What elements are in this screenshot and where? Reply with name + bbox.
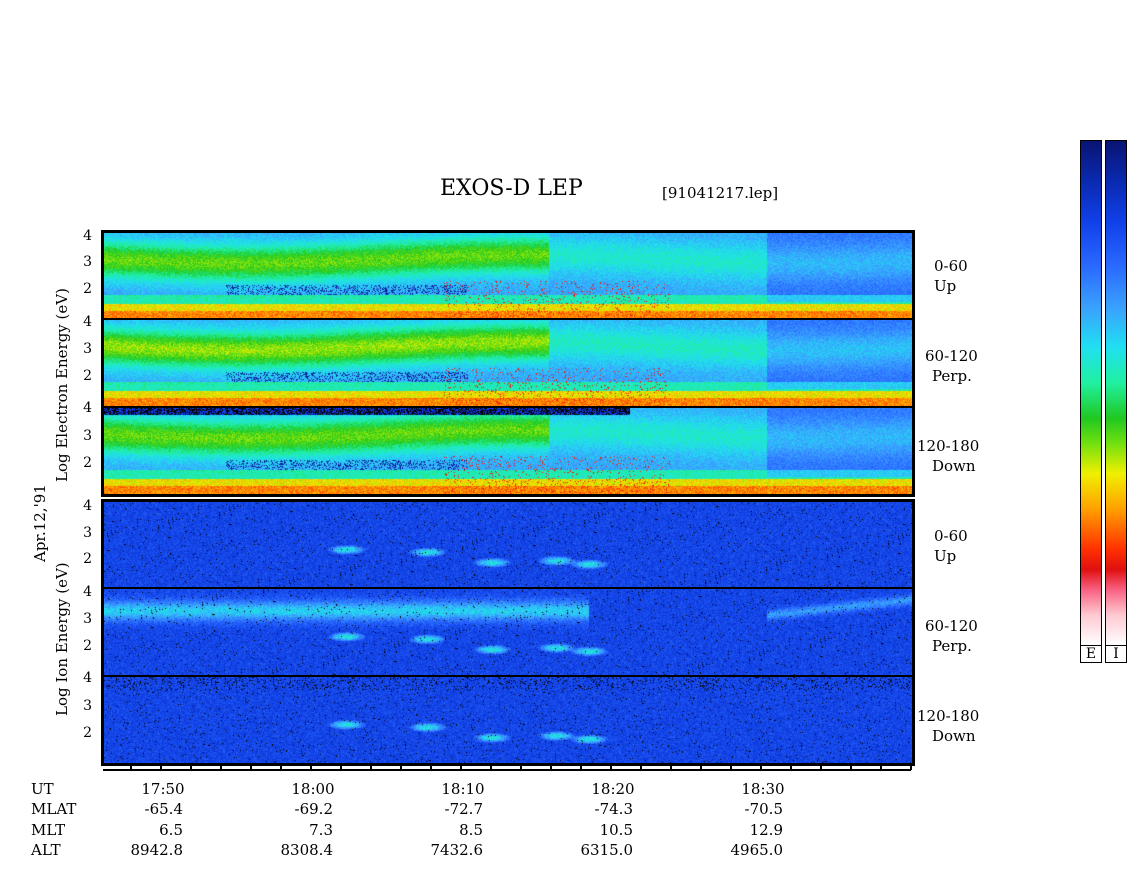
- row-label-alt: ALT: [31, 841, 61, 859]
- colorbar-label-e: E: [1080, 645, 1102, 663]
- mlat-value: -72.7: [444, 800, 483, 818]
- mlat-value: -65.4: [144, 800, 183, 818]
- date-label: Apr.12,'91: [31, 484, 49, 562]
- pitch-label: 60-120: [925, 617, 978, 635]
- ytick: 4: [83, 498, 92, 514]
- electron-ylabel: Log Electron Energy (eV): [53, 288, 71, 482]
- ytick: 4: [83, 670, 92, 686]
- ytick: 2: [83, 638, 92, 654]
- direction-label: Up: [934, 277, 957, 295]
- ut-tick-label: 18:30: [741, 780, 785, 798]
- electron-down-panel: [101, 406, 915, 497]
- ytick: 3: [83, 525, 92, 541]
- ytick: 2: [83, 281, 92, 297]
- ytick: 2: [83, 725, 92, 741]
- ut-tick-label: 17:50: [141, 780, 185, 798]
- mlat-value: -69.2: [294, 800, 333, 818]
- ytick: 3: [83, 341, 92, 357]
- ytick: 3: [83, 611, 92, 627]
- direction-label: Up: [934, 547, 957, 565]
- ion-down-panel: [101, 675, 915, 766]
- electron-colorbar: [1080, 140, 1102, 646]
- mlt-value: 8.5: [459, 821, 483, 839]
- row-label-mlat: MLAT: [31, 800, 77, 818]
- ytick: 3: [83, 698, 92, 714]
- alt-value: 6315.0: [580, 841, 634, 859]
- electron-up-panel: [101, 230, 915, 319]
- mlt-value: 12.9: [749, 821, 783, 839]
- row-label-ut: UT: [31, 780, 54, 798]
- alt-value: 4965.0: [730, 841, 784, 859]
- ytick: 4: [83, 400, 92, 416]
- pitch-label: 120-180: [917, 707, 980, 725]
- mlt-value: 10.5: [599, 821, 633, 839]
- ytick: 2: [83, 551, 92, 567]
- direction-label: Down: [932, 457, 976, 475]
- ytick: 4: [83, 228, 92, 244]
- file-label: [91041217.lep]: [662, 184, 779, 202]
- mlt-value: 7.3: [309, 821, 333, 839]
- pitch-label: 60-120: [925, 347, 978, 365]
- alt-value: 8942.8: [130, 841, 184, 859]
- direction-label: Perp.: [932, 367, 972, 385]
- mlat-value: -74.3: [594, 800, 633, 818]
- x-axis-ticks: [103, 763, 912, 771]
- ytick: 2: [83, 455, 92, 471]
- alt-value: 7432.6: [430, 841, 484, 859]
- ion-perp-panel: [101, 587, 915, 675]
- mlt-value: 6.5: [159, 821, 183, 839]
- pitch-label: 0-60: [934, 527, 968, 545]
- ytick: 4: [83, 314, 92, 330]
- ion-ylabel: Log Ion Energy (eV): [53, 562, 71, 716]
- pitch-label: 0-60: [934, 257, 968, 275]
- ytick: 4: [83, 584, 92, 600]
- ytick: 3: [83, 254, 92, 270]
- colorbar-label-i: I: [1105, 645, 1127, 663]
- ion-colorbar: [1105, 140, 1127, 646]
- ut-tick-label: 18:00: [291, 780, 335, 798]
- ion-up-panel: [101, 499, 915, 588]
- electron-perp-panel: [101, 318, 915, 406]
- row-label-mlt: MLT: [31, 821, 66, 839]
- ut-tick-label: 18:20: [591, 780, 635, 798]
- chart-title: EXOS-D LEP: [440, 176, 583, 201]
- direction-label: Down: [932, 727, 976, 745]
- direction-label: Perp.: [932, 637, 972, 655]
- mlat-value: -70.5: [744, 800, 783, 818]
- alt-value: 8308.4: [280, 841, 334, 859]
- ytick: 2: [83, 368, 92, 384]
- ytick: 3: [83, 428, 92, 444]
- pitch-label: 120-180: [917, 437, 980, 455]
- ut-tick-label: 18:10: [441, 780, 485, 798]
